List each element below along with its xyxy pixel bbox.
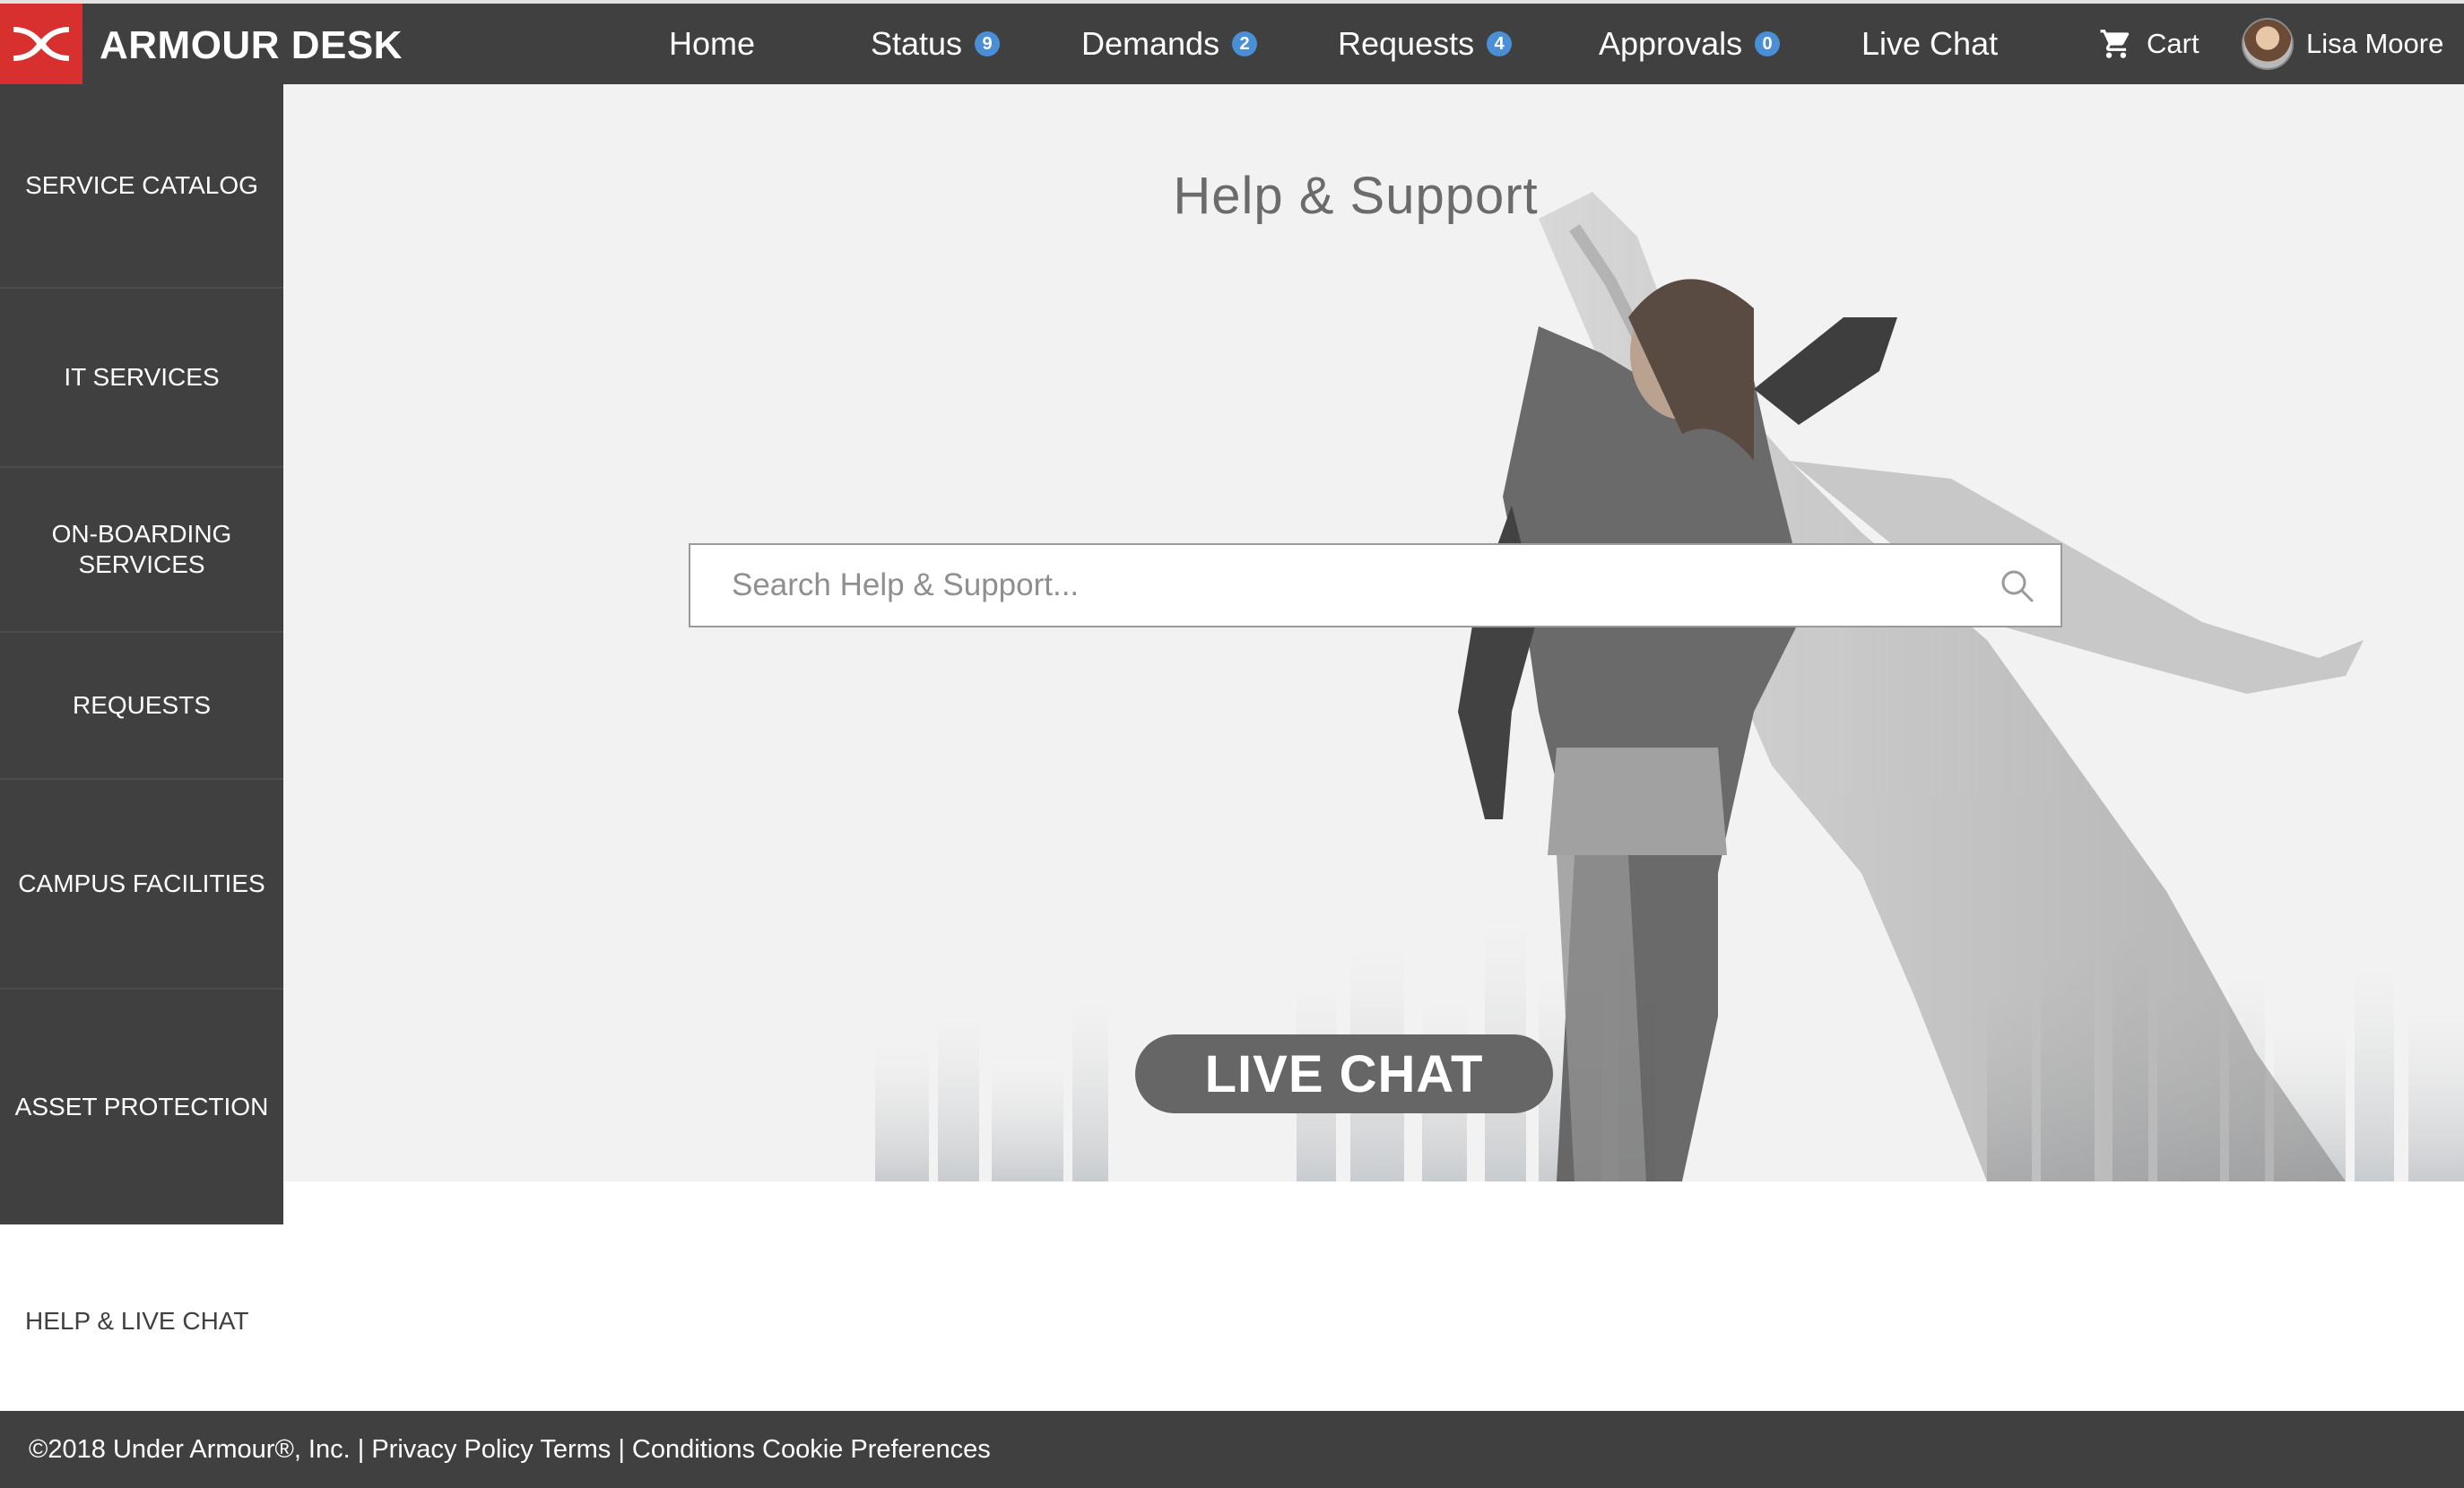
sidebar-item-label: ASSET PROTECTION [14,1093,269,1120]
user-name: Lisa Moore [2306,28,2444,59]
top-nav-bar: ARMOUR DESK Home Status 9 Demands 2 Requ… [0,0,2464,84]
footer-text[interactable]: ©2018 Under Armour®, Inc. | Privacy Poli… [29,1435,991,1465]
brand-name[interactable]: ARMOUR DESK [100,4,403,84]
help-support-hero: Help & Support LIVE CHAT [283,84,2464,1181]
nav-status[interactable]: Status 9 [871,4,1001,84]
nav-live-chat-label: Live Chat [1861,25,1999,62]
sidebar-item-requests[interactable]: REQUESTS [0,633,283,780]
avatar [2242,18,2294,70]
nav-home[interactable]: Home [669,4,755,84]
hero-background-image [875,192,2464,1181]
sidebar-item-campus-facilities[interactable]: CAMPUS FACILITIES [0,780,283,990]
cart-button[interactable]: Cart [2098,4,2199,84]
status-badge: 9 [975,31,1001,56]
sidebar-item-label: REQUESTS [72,691,212,719]
nav-requests-label: Requests [1338,25,1475,62]
logo[interactable] [0,4,82,84]
cart-icon [2100,30,2130,58]
user-menu[interactable]: Lisa Moore [2242,4,2443,84]
under-armour-logo-icon [13,27,69,61]
sidebar-item-help-live-chat[interactable]: HELP & LIVE CHAT [25,1307,249,1336]
cart-label: Cart [2147,28,2199,59]
nav-live-chat[interactable]: Live Chat [1861,4,1998,84]
page-title: Help & Support [1173,166,1539,225]
sidebar: SERVICE CATALOG IT SERVICES ON-BOARDING … [0,84,283,1224]
nav-approvals[interactable]: Approvals 0 [1599,4,1781,84]
sidebar-item-service-catalog[interactable]: SERVICE CATALOG [0,84,283,289]
sidebar-item-label: SERVICE CATALOG [25,171,258,199]
nav-requests[interactable]: Requests 4 [1338,4,1513,84]
search-input[interactable] [730,549,1989,622]
requests-badge: 4 [1487,31,1513,56]
sidebar-item-on-boarding-services[interactable]: ON-BOARDING SERVICES [0,468,283,633]
nav-approvals-label: Approvals [1599,25,1743,62]
sidebar-item-asset-protection[interactable]: ASSET PROTECTION [0,990,283,1224]
nav-home-label: Home [669,25,756,62]
sidebar-item-label: CAMPUS FACILITIES [18,869,265,897]
nav-demands[interactable]: Demands 2 [1081,4,1258,84]
nav-status-label: Status [871,25,963,62]
sidebar-item-label: ON-BOARDING SERVICES [51,520,232,578]
approvals-badge: 0 [1755,31,1781,56]
sidebar-item-label: IT SERVICES [64,363,220,391]
nav-demands-label: Demands [1081,25,1220,62]
live-chat-button[interactable]: LIVE CHAT [1135,1034,1553,1113]
demands-badge: 2 [1232,31,1258,56]
search-bar [689,543,2062,627]
dancer-figure [1458,192,2364,1181]
sidebar-item-it-services[interactable]: IT SERVICES [0,289,283,468]
footer: ©2018 Under Armour®, Inc. | Privacy Poli… [0,1411,2464,1488]
search-icon[interactable] [2000,568,2035,604]
